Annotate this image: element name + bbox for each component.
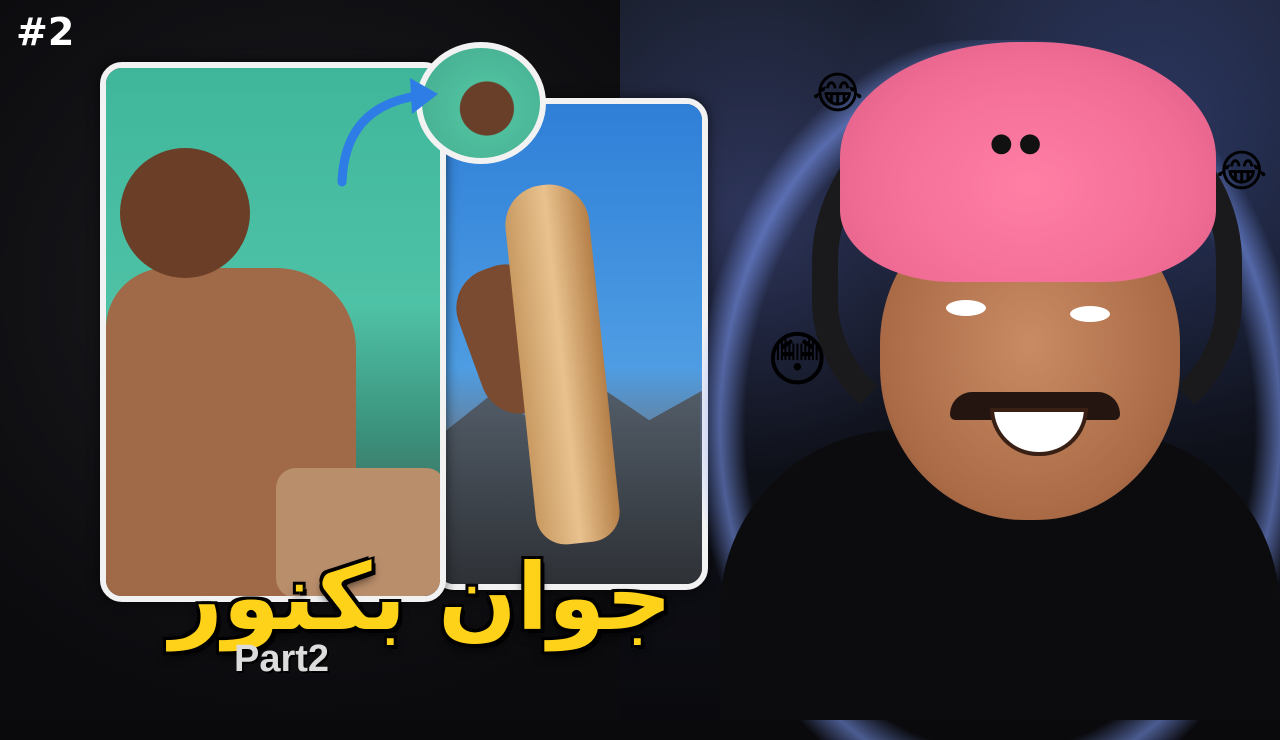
episode-badge: #2 (16, 10, 75, 54)
curved-arrow-icon (337, 78, 438, 187)
pink-beanie-shape (840, 42, 1216, 282)
flushed-emoji-icon: 😳 (766, 325, 829, 395)
part-subtitle: Part2 (234, 638, 330, 680)
arabic-title: جوان بكنور (169, 544, 673, 651)
person-head-shape (120, 148, 250, 278)
right-eye-shape (1070, 306, 1110, 322)
beanie-eyes-icon: ●● (990, 128, 1048, 158)
left-eye-shape (946, 300, 986, 316)
laughing-emoji-icon-right: 😂 (1216, 146, 1268, 197)
photo-card-sky (432, 98, 708, 590)
laughing-emoji-icon: 😂 (812, 68, 864, 119)
